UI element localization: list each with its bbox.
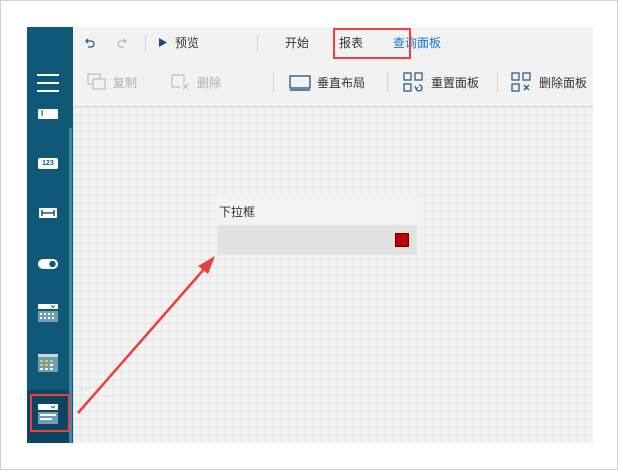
annotation-arrow [77,256,215,414]
